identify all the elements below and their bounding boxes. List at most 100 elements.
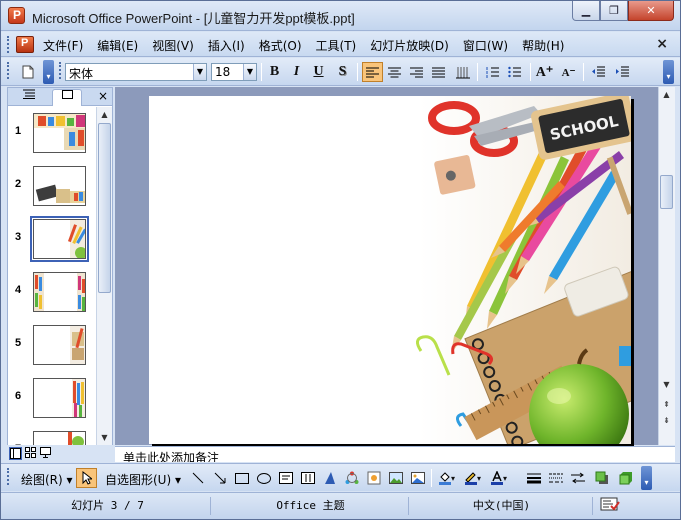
line-style-icon bbox=[526, 473, 541, 484]
textbox-tool-button[interactable] bbox=[275, 468, 296, 488]
3d-style-button[interactable] bbox=[615, 468, 636, 488]
slide-thumbnail[interactable] bbox=[33, 378, 86, 418]
toolbar-options-chevron-icon[interactable]: ▾ bbox=[663, 60, 674, 84]
toolbar-grip[interactable] bbox=[7, 36, 10, 53]
slide-thumbnail-row[interactable]: 5 bbox=[8, 325, 96, 377]
toolbar-grip[interactable] bbox=[7, 62, 10, 79]
previous-slide-icon[interactable]: ⇞ bbox=[659, 397, 674, 412]
distribute-button[interactable] bbox=[428, 62, 449, 82]
menu-format[interactable]: 格式(O) bbox=[259, 37, 302, 54]
slideshow-view-icon[interactable] bbox=[39, 447, 52, 460]
slides-pane-scrollbar[interactable]: ▲ ▼ bbox=[96, 107, 112, 445]
insert-image-button[interactable] bbox=[407, 468, 428, 488]
chevron-down-icon[interactable]: ▾ bbox=[500, 468, 510, 488]
slide-thumbnail-row[interactable]: 6 bbox=[8, 378, 96, 430]
close-pane-icon[interactable]: × bbox=[98, 89, 108, 103]
vertical-text-button[interactable] bbox=[452, 62, 473, 82]
toolbar-grip[interactable] bbox=[7, 468, 10, 485]
shadow-style-button[interactable] bbox=[591, 468, 612, 488]
scroll-up-icon[interactable]: ▲ bbox=[97, 107, 112, 122]
toolbar-options-chevron-icon[interactable]: ▾ bbox=[43, 60, 54, 84]
font-name-combobox[interactable]: 宋体 ▼ bbox=[65, 63, 207, 81]
tab-outline[interactable] bbox=[14, 89, 44, 106]
align-right-button[interactable] bbox=[406, 62, 427, 82]
decrease-indent-button[interactable] bbox=[588, 62, 609, 82]
insert-picture-button[interactable] bbox=[385, 468, 406, 488]
align-center-button[interactable] bbox=[384, 62, 405, 82]
chevron-down-icon[interactable]: ▼ bbox=[193, 64, 206, 80]
autoshapes-menu-button[interactable]: 自选图形(U) ▾ bbox=[105, 471, 181, 488]
bold-button[interactable]: B bbox=[264, 62, 285, 82]
slide-thumbnail-row[interactable]: 4 bbox=[8, 272, 96, 324]
align-left-button[interactable] bbox=[362, 62, 383, 82]
decrease-font-size-button[interactable]: A⁻ bbox=[558, 62, 579, 82]
chevron-down-icon[interactable]: ▾ bbox=[474, 468, 484, 488]
scroll-down-icon[interactable]: ▼ bbox=[97, 430, 112, 445]
shadow-button[interactable]: S bbox=[332, 62, 353, 82]
slide-thumbnail-selected[interactable] bbox=[30, 216, 89, 262]
toolbar-grip[interactable] bbox=[59, 62, 62, 79]
oval-tool-button[interactable] bbox=[253, 468, 274, 488]
diagram-button[interactable] bbox=[341, 468, 362, 488]
scrollbar-thumb[interactable] bbox=[660, 175, 673, 209]
clip-art-button[interactable] bbox=[363, 468, 384, 488]
spelling-check-icon[interactable] bbox=[595, 497, 625, 515]
next-slide-icon[interactable]: ⇟ bbox=[659, 413, 674, 428]
arrow-style-button[interactable] bbox=[567, 468, 588, 488]
increase-font-size-button[interactable]: A⁺ bbox=[534, 62, 555, 82]
slide-thumbnail-row[interactable]: 7 bbox=[8, 431, 96, 445]
document-icon[interactable] bbox=[16, 36, 34, 53]
toolbar-options-chevron-icon[interactable]: ▾ bbox=[641, 466, 652, 490]
document-close-icon[interactable]: × bbox=[656, 36, 668, 52]
menu-window[interactable]: 窗口(W) bbox=[463, 37, 508, 54]
bullets-button[interactable] bbox=[504, 62, 525, 82]
line-style-button[interactable] bbox=[523, 468, 544, 488]
restore-button[interactable]: ❐ bbox=[600, 1, 628, 21]
normal-view-icon[interactable] bbox=[9, 447, 22, 460]
scroll-down-icon[interactable]: ▼ bbox=[659, 377, 674, 392]
slide-sorter-view-icon[interactable] bbox=[24, 447, 37, 460]
slide-thumbnail[interactable] bbox=[33, 166, 86, 206]
powerpoint-app-icon[interactable] bbox=[8, 7, 25, 24]
underline-button[interactable]: U bbox=[308, 62, 329, 82]
wordart-button[interactable] bbox=[319, 468, 340, 488]
scroll-up-icon[interactable]: ▲ bbox=[659, 87, 674, 102]
chevron-down-icon[interactable]: ▼ bbox=[243, 64, 256, 80]
menu-file[interactable]: 文件(F) bbox=[43, 37, 83, 54]
slide-thumbnail-row-selected[interactable]: 3 bbox=[8, 216, 96, 271]
menu-bar: 文件(F) 编辑(E) 视图(V) 插入(I) 格式(O) 工具(T) 幻灯片放… bbox=[1, 32, 680, 57]
menu-insert[interactable]: 插入(I) bbox=[208, 37, 245, 54]
slide-thumbnail-row[interactable]: 2 bbox=[8, 166, 96, 218]
line-tool-button[interactable] bbox=[187, 468, 208, 488]
chevron-down-icon[interactable]: ▾ bbox=[448, 468, 458, 488]
italic-button[interactable]: I bbox=[286, 62, 307, 82]
menu-tools[interactable]: 工具(T) bbox=[316, 37, 357, 54]
current-slide[interactable]: SCHOOL bbox=[149, 96, 631, 444]
notes-pane[interactable]: 单击此处添加备注 bbox=[115, 446, 675, 462]
arrow-tool-button[interactable] bbox=[209, 468, 230, 488]
slide-thumbnail[interactable] bbox=[33, 325, 86, 365]
dash-style-button[interactable] bbox=[545, 468, 566, 488]
numbering-button[interactable] bbox=[482, 62, 503, 82]
scrollbar-thumb[interactable] bbox=[98, 123, 111, 293]
close-button[interactable]: ✕ bbox=[628, 1, 674, 21]
new-document-icon[interactable] bbox=[17, 62, 38, 82]
font-size-combobox[interactable]: 18 ▼ bbox=[211, 63, 257, 81]
tab-slides[interactable] bbox=[52, 89, 82, 106]
slide-thumbnail[interactable] bbox=[33, 431, 86, 445]
menu-edit[interactable]: 编辑(E) bbox=[97, 37, 138, 54]
slide-thumbnail-row[interactable]: 1 bbox=[8, 113, 96, 165]
rectangle-tool-button[interactable] bbox=[231, 468, 252, 488]
menu-help[interactable]: 帮助(H) bbox=[522, 37, 564, 54]
slide-scrollbar[interactable]: ▲ ▼ ⇞ ⇟ bbox=[658, 87, 675, 445]
title-bar[interactable]: Microsoft Office PowerPoint - [儿童智力开发ppt… bbox=[1, 1, 680, 31]
increase-indent-button[interactable] bbox=[612, 62, 633, 82]
vertical-textbox-button[interactable] bbox=[297, 468, 318, 488]
menu-view[interactable]: 视图(V) bbox=[152, 37, 194, 54]
draw-menu-button[interactable]: 绘图(R) ▾ bbox=[21, 471, 73, 488]
slide-thumbnail[interactable] bbox=[33, 113, 86, 153]
minimize-button[interactable]: ▁ bbox=[572, 1, 600, 21]
menu-slideshow[interactable]: 幻灯片放映(D) bbox=[370, 37, 449, 54]
slide-thumbnail[interactable] bbox=[33, 272, 86, 312]
select-objects-button[interactable] bbox=[76, 468, 97, 488]
